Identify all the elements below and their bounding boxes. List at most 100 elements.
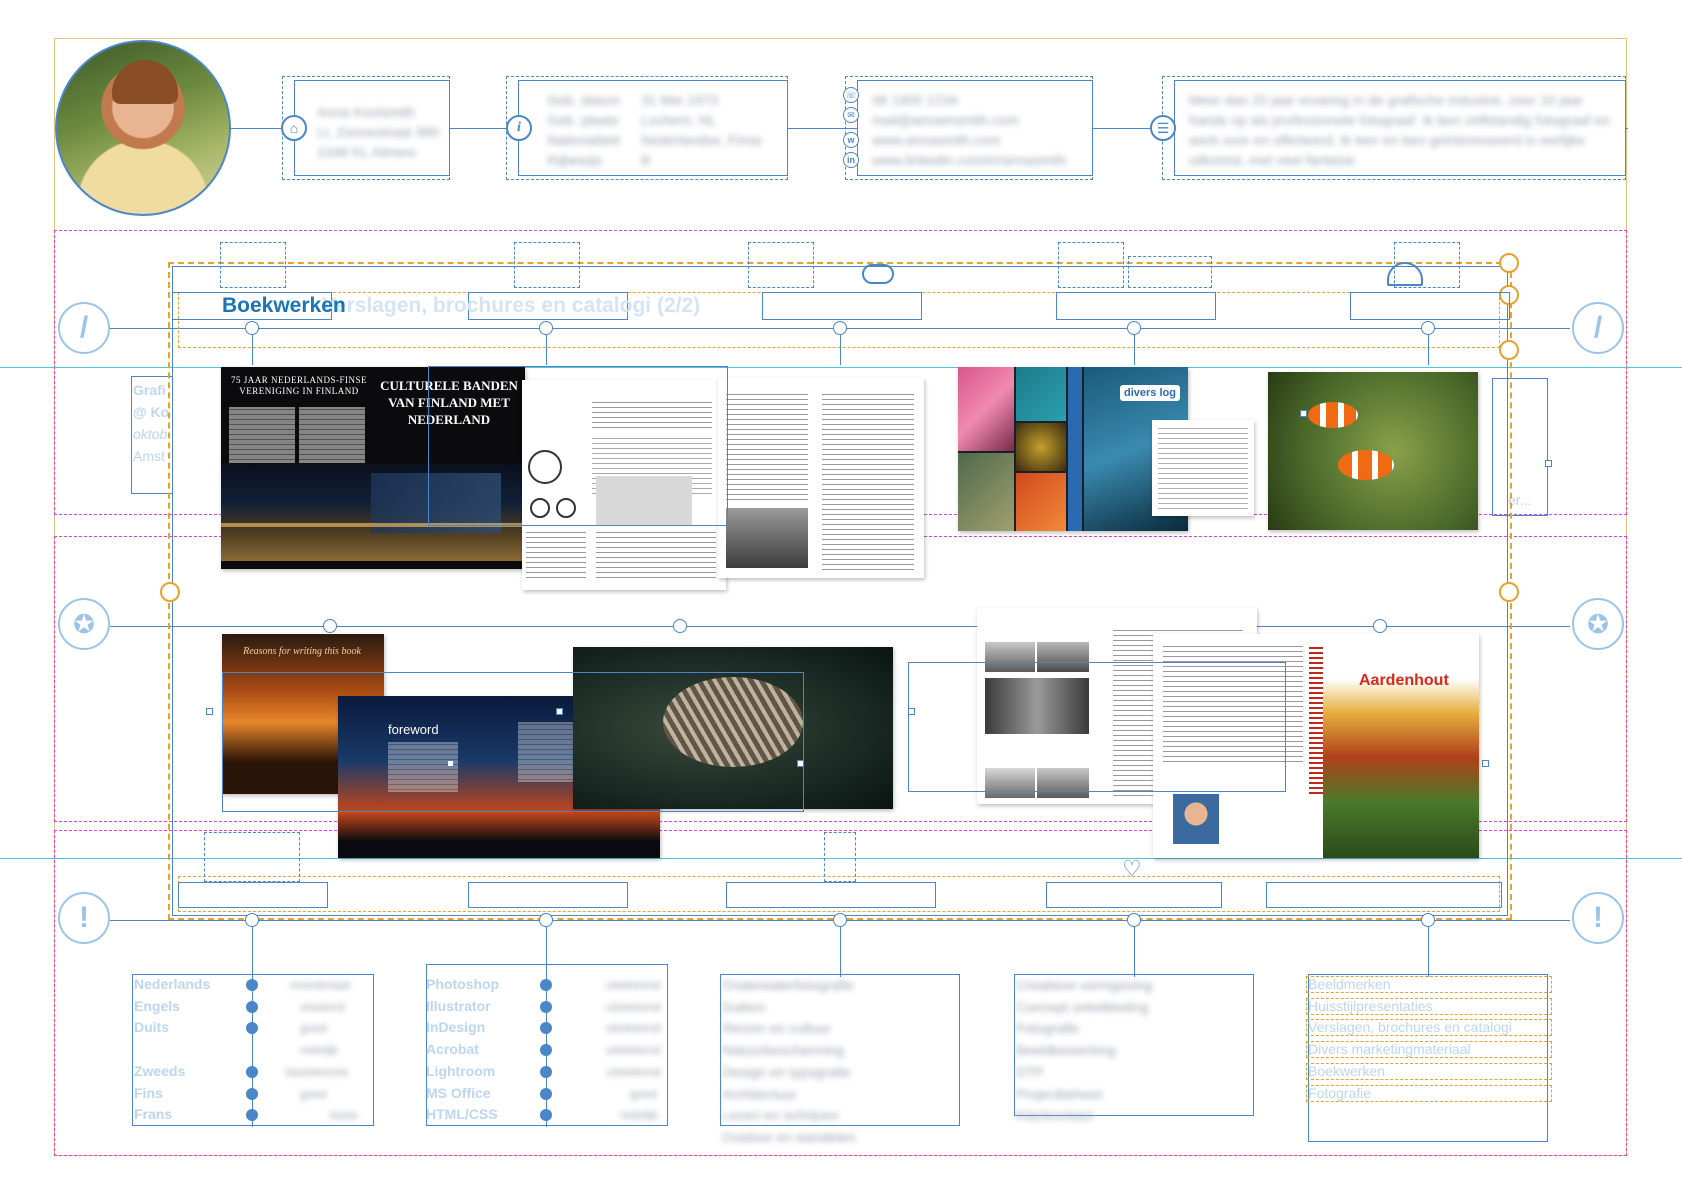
resize-handle[interactable]: [206, 708, 213, 715]
profile-line: Meer dan 20 jaar ervaring in de grafisch…: [1189, 92, 1583, 108]
interest-item: Outdoor en wandelen: [722, 1129, 856, 1145]
profile-line: werk voor en offerteerd. Ik leer en ben …: [1189, 132, 1585, 148]
selection-frame: [908, 662, 1286, 792]
text-column: [726, 392, 808, 502]
info-value: Lochem, NL: [641, 112, 717, 128]
resize-handle[interactable]: [1482, 760, 1489, 767]
resize-handle[interactable]: [1300, 410, 1307, 417]
text-book-spread[interactable]: [718, 378, 924, 578]
level-dot: [540, 1044, 552, 1056]
rail-stem: [1134, 927, 1135, 977]
portfolio-index-link[interactable]: Verslagen, brochures en catalogi: [1308, 1017, 1512, 1039]
coral-photo: [1016, 367, 1066, 421]
portfolio-index-link[interactable]: Beeldmerken: [1308, 974, 1391, 996]
skill-item: Klantcontact: [1016, 1107, 1094, 1123]
pencil-icon: /: [1572, 302, 1624, 354]
clownfish-photo[interactable]: [1268, 372, 1478, 530]
list-icon: ☰: [1150, 115, 1176, 141]
anchor-icon: [1499, 340, 1519, 360]
red-spine: [1309, 644, 1323, 794]
coral-photo: [958, 453, 1014, 531]
caption-slot: [726, 882, 936, 908]
level-dot: [246, 1066, 258, 1078]
award-icon: ✪: [58, 598, 110, 650]
info-value: B: [641, 152, 651, 168]
interest-item: Lezen en schrijven: [722, 1107, 839, 1123]
rail-node: [245, 913, 259, 927]
resize-handle[interactable]: [1545, 460, 1552, 467]
level-dot: [540, 979, 552, 991]
profile-line: uitkomst, met veel fantasie.: [1189, 152, 1359, 168]
language-level: goed: [300, 1021, 327, 1035]
finland-left-title: 75 JAAR NEDERLANDS-FINSE VERENIGING IN F…: [230, 375, 367, 396]
placeholder-frame: [824, 832, 856, 882]
close-frame-icon[interactable]: [1499, 253, 1519, 273]
info-label: Rijbewijs: [547, 152, 603, 168]
address-box[interactable]: Anna Koolsmith Lt. Zonnestraat 389 1048 …: [294, 80, 450, 176]
interest-item: Onderwaterfotografie: [722, 977, 854, 993]
rail-stem: [1428, 927, 1429, 977]
portfolio-index-link[interactable]: Divers marketingmateriaal: [1308, 1039, 1471, 1061]
skill-item: Concept ontwikkeling: [1016, 999, 1149, 1015]
autumn-cover: [1323, 634, 1479, 858]
portfolio-index-link[interactable]: Fotografie: [1308, 1083, 1371, 1105]
profile-box[interactable]: Meer dan 20 jaar ervaring in de grafisch…: [1174, 80, 1626, 176]
level-dot: [246, 1109, 258, 1121]
rail-node: [833, 913, 847, 927]
language-item: Duits: [134, 1019, 169, 1035]
resize-handle[interactable]: [797, 760, 804, 767]
interest-item: Reizen en cultuur: [722, 1020, 831, 1036]
software-level: uitstekend: [606, 1000, 661, 1014]
language-level: vloeiend: [300, 1000, 345, 1014]
rail-node: [1421, 913, 1435, 927]
rail-node: [539, 321, 553, 335]
address-line: Anna Koolsmith: [317, 104, 416, 120]
language-level: basiskennis: [286, 1065, 349, 1079]
resize-handle[interactable]: [556, 708, 563, 715]
caption-slot: [468, 882, 628, 908]
anchor-icon: [160, 582, 180, 602]
rail-node: [833, 321, 847, 335]
level-dot: [540, 1088, 552, 1100]
info-value: 31 Mei 1973: [641, 92, 719, 108]
info-box[interactable]: Geb. datum Geb. plaats Nationaliteit Rij…: [518, 80, 788, 176]
contact-line: 06 1900 1234: [872, 92, 958, 108]
award-icon: ✪: [1572, 598, 1624, 650]
level-dot: [246, 1088, 258, 1100]
divers-spine: [1068, 367, 1082, 531]
header-slot: [762, 292, 922, 320]
web-icon: w: [843, 132, 859, 148]
language-item: Zweeds: [134, 1063, 186, 1079]
software-level: goed: [630, 1087, 657, 1101]
placeholder-frame: [220, 242, 286, 288]
avatar-hair: [112, 60, 178, 104]
resize-handle[interactable]: [447, 760, 454, 767]
level-dot: [246, 1022, 258, 1034]
software-level: uitstekend: [606, 978, 661, 992]
skill-item: Beeldbewerking: [1016, 1042, 1116, 1058]
portfolio-index-link[interactable]: Huisstijlpresentaties: [1308, 996, 1433, 1018]
software-level: redelijk: [620, 1108, 659, 1122]
portfolio-index-link[interactable]: Boekwerken: [1308, 1061, 1385, 1083]
caption-slot: [1046, 882, 1222, 908]
contact-box[interactable]: 06 1900 1234 mail@annamsmith.com www.ann…: [857, 80, 1093, 176]
rail-stem: [1428, 335, 1429, 365]
avatar[interactable]: [55, 40, 231, 216]
page-title[interactable]: Boekwerken: [222, 294, 346, 318]
level-dot: [246, 1001, 258, 1013]
linkedin-icon: in: [843, 152, 859, 168]
placeholder-frame: [748, 242, 814, 288]
software-item: Illustrator: [426, 998, 491, 1014]
link-icon: [862, 264, 894, 284]
placeholder-frame: [1058, 242, 1124, 288]
address-line: Lt. Zonnestraat 389: [317, 124, 439, 140]
rail-node: [323, 619, 337, 633]
logbook-form[interactable]: [1152, 420, 1254, 516]
info-icon: i: [506, 115, 532, 141]
skill-item: Fotografie: [1016, 1020, 1080, 1036]
rail-node: [1127, 321, 1141, 335]
language-level: redelijk: [300, 1043, 339, 1057]
resize-handle[interactable]: [908, 708, 915, 715]
divers-logo: divers log: [1120, 385, 1180, 401]
level-dot: [540, 1022, 552, 1034]
